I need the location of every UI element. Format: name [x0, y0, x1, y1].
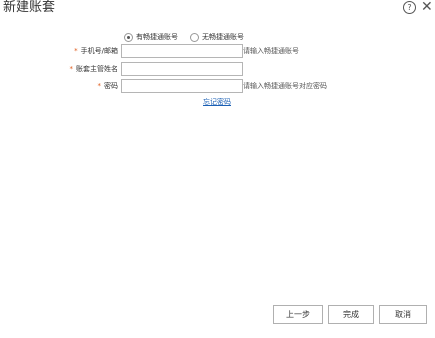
password-label-wrap: * 密码 [80, 81, 119, 91]
cancel-button[interactable]: 取消 [379, 305, 427, 324]
radio-has-account-control[interactable] [124, 32, 133, 42]
finish-button[interactable]: 完成 [328, 305, 374, 324]
required-mark: * [74, 47, 78, 55]
help-icon[interactable]: ? [403, 1, 416, 14]
prev-step-button[interactable]: 上一步 [273, 305, 323, 324]
radio-has-account[interactable]: 有畅捷通账号 [124, 32, 178, 42]
radio-no-account-control[interactable] [190, 32, 199, 42]
phone-email-label-wrap: * 手机号/邮箱 [64, 46, 118, 56]
manager-name-label-wrap: * 账套主管姓名 [56, 64, 119, 74]
radio-no-account-label: 无畅捷通账号 [202, 33, 244, 41]
radio-no-account[interactable]: 无畅捷通账号 [190, 32, 244, 42]
password-label: 密码 [104, 82, 118, 90]
manager-name-input[interactable] [121, 62, 243, 76]
phone-email-hint: 请输入畅捷通账号 [243, 47, 299, 55]
required-mark: * [97, 82, 102, 90]
phone-email-label: 手机号/邮箱 [80, 47, 118, 55]
password-input[interactable] [121, 79, 243, 93]
close-icon[interactable]: ✕ [421, 0, 433, 15]
dialog-title: 新建账套 [3, 0, 56, 15]
manager-name-label: 账套主管姓名 [76, 65, 118, 73]
new-account-set-dialog: 新建账套 ? ✕ 有畅捷通账号 无畅捷通账号 * 手机号/邮箱 请输入畅捷通账号 … [0, 0, 435, 338]
phone-email-input[interactable] [121, 44, 243, 58]
radio-has-account-label: 有畅捷通账号 [136, 33, 178, 41]
required-mark: * [69, 65, 74, 73]
account-type-radio-group: 有畅捷通账号 无畅捷通账号 [124, 32, 244, 42]
password-hint: 请输入畅捷通账号对应密码 [243, 82, 327, 90]
forgot-password-link[interactable]: 忘记密码 [203, 97, 231, 107]
